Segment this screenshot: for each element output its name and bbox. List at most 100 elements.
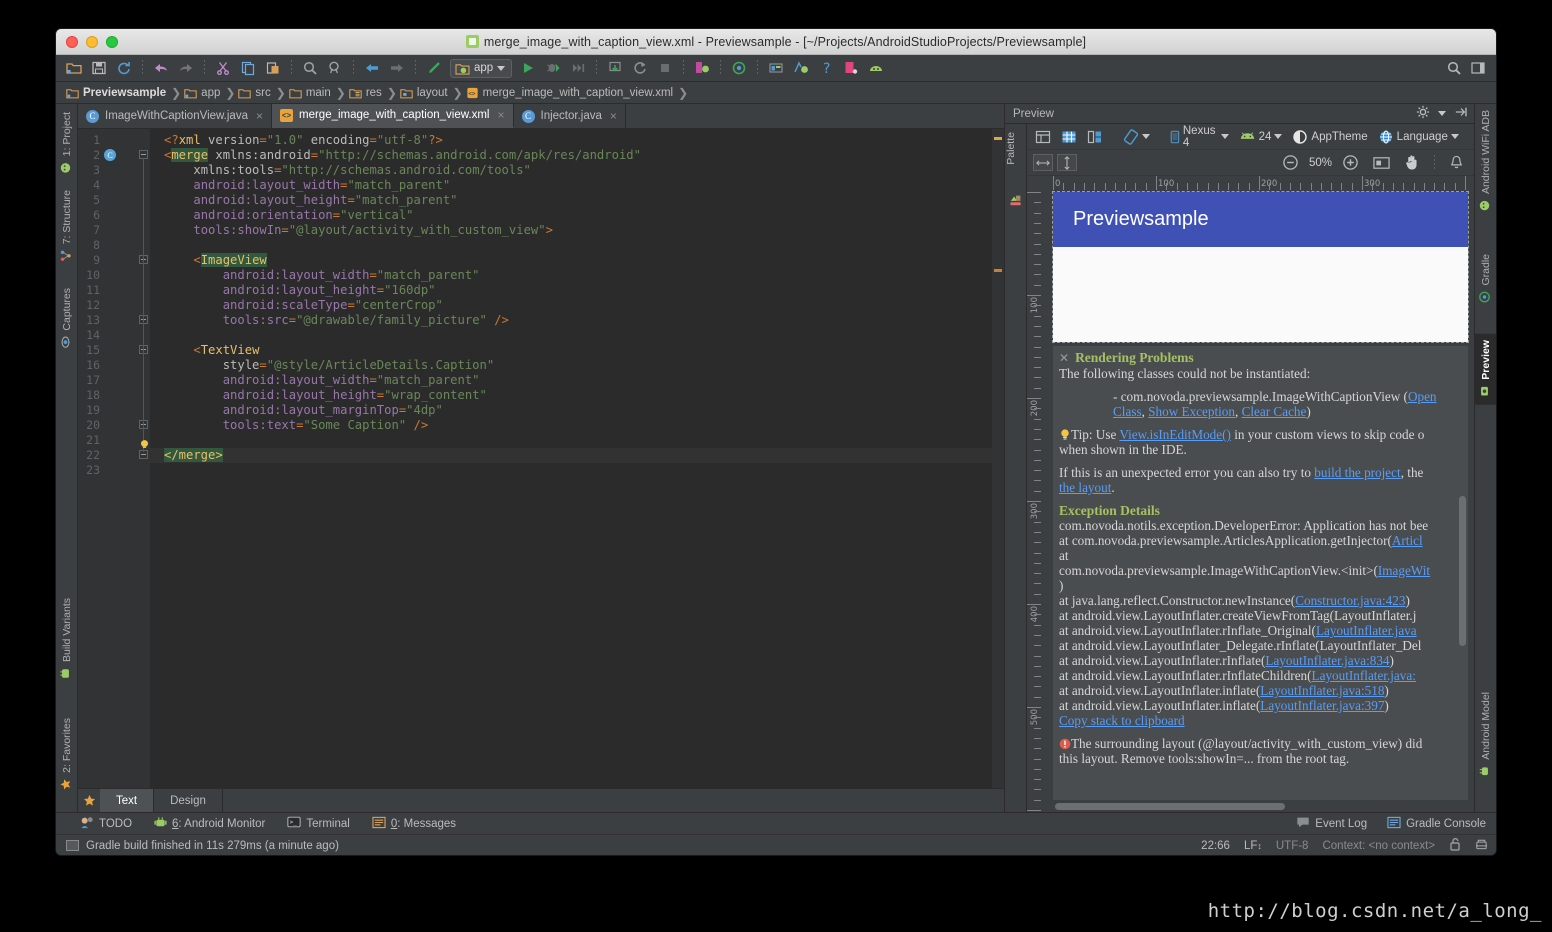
bottom-tool-todo[interactable]: TODO bbox=[80, 816, 132, 832]
zoom-to-fit-button[interactable] bbox=[1369, 153, 1394, 173]
code-line[interactable]: <TextView bbox=[164, 343, 259, 358]
breadcrumb-item-app[interactable]: app bbox=[184, 87, 224, 99]
code-line[interactable]: </merge> bbox=[164, 448, 223, 463]
notifications-bell-icon[interactable] bbox=[1445, 153, 1468, 173]
stack-line[interactable]: at bbox=[1059, 548, 1460, 563]
code-line[interactable]: android:scaleType="centerCrop" bbox=[164, 298, 443, 313]
code-editor[interactable]: 1 2 3 4 5 6 7 8 9 10 11 12 13 14 15 16 17 18 19 20 21 22 23 C <… bbox=[78, 129, 1004, 788]
device-render-surface[interactable]: Previewsample bbox=[1052, 191, 1469, 343]
attach-debugger-icon[interactable] bbox=[603, 57, 627, 79]
stack-line[interactable]: at com.novoda.previewsample.ArticlesAppl… bbox=[1059, 533, 1460, 548]
code-line[interactable]: tools:showIn="@layout/activity_with_cust… bbox=[164, 223, 553, 238]
run-configuration-selector[interactable]: app bbox=[450, 58, 513, 78]
debug-button[interactable] bbox=[541, 57, 565, 79]
problems-vertical-scrollbar[interactable] bbox=[1459, 496, 1466, 646]
open-folder-icon[interactable] bbox=[62, 57, 86, 79]
split-icon[interactable] bbox=[1083, 127, 1107, 147]
editor-tab-imagewithcaptionview[interactable]: C ImageWithCaptionView.java × bbox=[78, 104, 272, 128]
stack-link[interactable]: LayoutInflater.java:397 bbox=[1260, 698, 1384, 713]
copy-icon[interactable] bbox=[236, 57, 260, 79]
run-button[interactable] bbox=[516, 57, 540, 79]
layout-variants-icon[interactable] bbox=[1031, 127, 1055, 147]
editor-tab-injector[interactable]: C Injector.java × bbox=[514, 104, 626, 128]
close-tab-icon[interactable]: × bbox=[256, 109, 263, 123]
theme-selector[interactable]: AppTheme bbox=[1288, 127, 1371, 147]
context-indicator[interactable]: Context: <no context> bbox=[1322, 840, 1435, 852]
orientation-icon[interactable] bbox=[1119, 127, 1154, 147]
favorite-star-icon[interactable] bbox=[78, 789, 100, 812]
editor-tab-merge-xml[interactable]: <> merge_image_with_caption_view.xml × bbox=[272, 104, 514, 128]
stack-line[interactable]: com.novoda.previewsample.ImageWithCaptio… bbox=[1059, 563, 1460, 578]
stack-link[interactable]: LayoutInflater.java:834 bbox=[1265, 653, 1389, 668]
close-window-button[interactable] bbox=[66, 35, 78, 48]
find-icon[interactable] bbox=[298, 57, 322, 79]
code-line[interactable]: android:layout_marginTop="4dp" bbox=[164, 403, 443, 418]
right-tool-strip[interactable]: Android WiFi ADB Gradle Preview Android … bbox=[1474, 104, 1496, 812]
breadcrumb-item-project[interactable]: Previewsample bbox=[66, 87, 170, 99]
api-selector[interactable]: 24 bbox=[1235, 127, 1287, 147]
editor-gutter[interactable]: 1 2 3 4 5 6 7 8 9 10 11 12 13 14 15 16 17 18 19 20 21 22 23 C bbox=[78, 129, 138, 788]
code-line[interactable]: android:layout_width="match_parent" bbox=[164, 178, 450, 193]
stack-line[interactable]: at android.view.LayoutInflater.createVie… bbox=[1059, 608, 1460, 623]
code-text[interactable]: <?xml version="1.0" encoding="utf-8"?> <m… bbox=[150, 129, 1004, 788]
bottom-tool-android-monitor[interactable]: 6: Android Monitor bbox=[154, 816, 265, 832]
breadcrumb-item-main[interactable]: main bbox=[289, 87, 335, 99]
tab-text[interactable]: Text bbox=[100, 789, 155, 812]
code-line[interactable]: android:layout_height="match_parent" bbox=[164, 193, 457, 208]
caret-position[interactable]: 22:66 bbox=[1201, 840, 1230, 852]
bottom-tool-messages[interactable]: 0: Messages bbox=[372, 816, 456, 832]
layout-inspector-icon[interactable] bbox=[839, 57, 863, 79]
unlocked-icon[interactable] bbox=[1449, 837, 1461, 854]
breadcrumb-item-src[interactable]: src bbox=[238, 87, 274, 99]
code-folding-column[interactable] bbox=[138, 129, 150, 788]
sidebar-item-favorites[interactable]: 2: Favorites bbox=[56, 714, 78, 796]
stack-link[interactable]: LayoutInflater.java bbox=[1316, 623, 1417, 638]
main-toolbar[interactable]: app ? bbox=[56, 55, 1496, 82]
sync-icon[interactable] bbox=[112, 57, 136, 79]
stack-link[interactable]: Articl bbox=[1392, 533, 1423, 548]
help-icon[interactable]: ? bbox=[814, 57, 838, 79]
encoding-indicator[interactable]: UTF-8 bbox=[1276, 840, 1309, 852]
zoom-in-button[interactable] bbox=[1338, 153, 1363, 173]
breadcrumb[interactable]: Previewsample ❯ app ❯ src ❯ main ❯ res ❯… bbox=[56, 82, 1496, 104]
editor-tab-bar[interactable]: C ImageWithCaptionView.java × <> merge_i… bbox=[78, 104, 1004, 129]
grid-icon[interactable] bbox=[1057, 127, 1081, 147]
stack-link[interactable]: ImageWit bbox=[1378, 563, 1430, 578]
preview-header-actions[interactable] bbox=[1416, 105, 1468, 122]
sdk-manager-icon[interactable] bbox=[764, 57, 788, 79]
sidebar-item-build-variants[interactable]: Build Variants bbox=[56, 594, 78, 685]
code-line[interactable]: <merge xmlns:android="http://schemas.and… bbox=[164, 148, 641, 163]
code-line[interactable]: xmlns:tools="http://schemas.android.com/… bbox=[164, 163, 531, 178]
palette-label[interactable]: Palette bbox=[1005, 132, 1027, 165]
memory-indicator-icon[interactable] bbox=[66, 840, 79, 851]
sidebar-item-android-model[interactable]: Android Model bbox=[1475, 688, 1496, 783]
chevron-down-icon[interactable] bbox=[1438, 111, 1446, 116]
pan-hand-icon[interactable] bbox=[1400, 153, 1424, 173]
fit-height-icon[interactable] bbox=[1057, 154, 1077, 171]
theme-editor-icon[interactable] bbox=[864, 57, 888, 79]
palette-strip[interactable]: Palette bbox=[1005, 124, 1027, 812]
build-the-project-link[interactable]: build the project bbox=[1314, 465, 1400, 480]
show-exception-link[interactable]: Show Exception bbox=[1148, 404, 1235, 419]
code-line[interactable]: style="@style/ArticleDetails.Caption" bbox=[164, 358, 495, 373]
save-all-icon[interactable] bbox=[87, 57, 111, 79]
paste-icon[interactable] bbox=[261, 57, 285, 79]
the-layout-link[interactable]: the layout bbox=[1059, 480, 1111, 495]
find-replace-icon[interactable] bbox=[323, 57, 347, 79]
intention-bulb-icon[interactable] bbox=[139, 435, 150, 448]
undo-icon[interactable] bbox=[149, 57, 173, 79]
java-class-gutter-icon[interactable]: C bbox=[104, 149, 116, 161]
bottom-tool-terminal[interactable]: >_ Terminal bbox=[287, 816, 350, 831]
sync-gradle-icon[interactable] bbox=[727, 57, 751, 79]
copy-stack-link[interactable]: Copy stack to clipboard bbox=[1059, 713, 1460, 728]
stack-line[interactable]: at java.lang.reflect.Constructor.newInst… bbox=[1059, 593, 1460, 608]
fit-width-icon[interactable] bbox=[1033, 154, 1053, 171]
stack-line[interactable]: at android.view.LayoutInflater.rInflateC… bbox=[1059, 668, 1460, 683]
stack-line[interactable]: ) bbox=[1059, 578, 1460, 593]
zoom-out-button[interactable] bbox=[1278, 153, 1303, 173]
code-line[interactable]: <?xml version="1.0" encoding="utf-8"?> bbox=[164, 133, 443, 148]
bottom-tool-event-log[interactable]: Event Log bbox=[1296, 816, 1367, 831]
stack-line[interactable]: at android.view.LayoutInflater.inflate(L… bbox=[1059, 683, 1460, 698]
hide-panel-icon[interactable] bbox=[1454, 106, 1468, 121]
gear-icon[interactable] bbox=[1416, 105, 1430, 122]
